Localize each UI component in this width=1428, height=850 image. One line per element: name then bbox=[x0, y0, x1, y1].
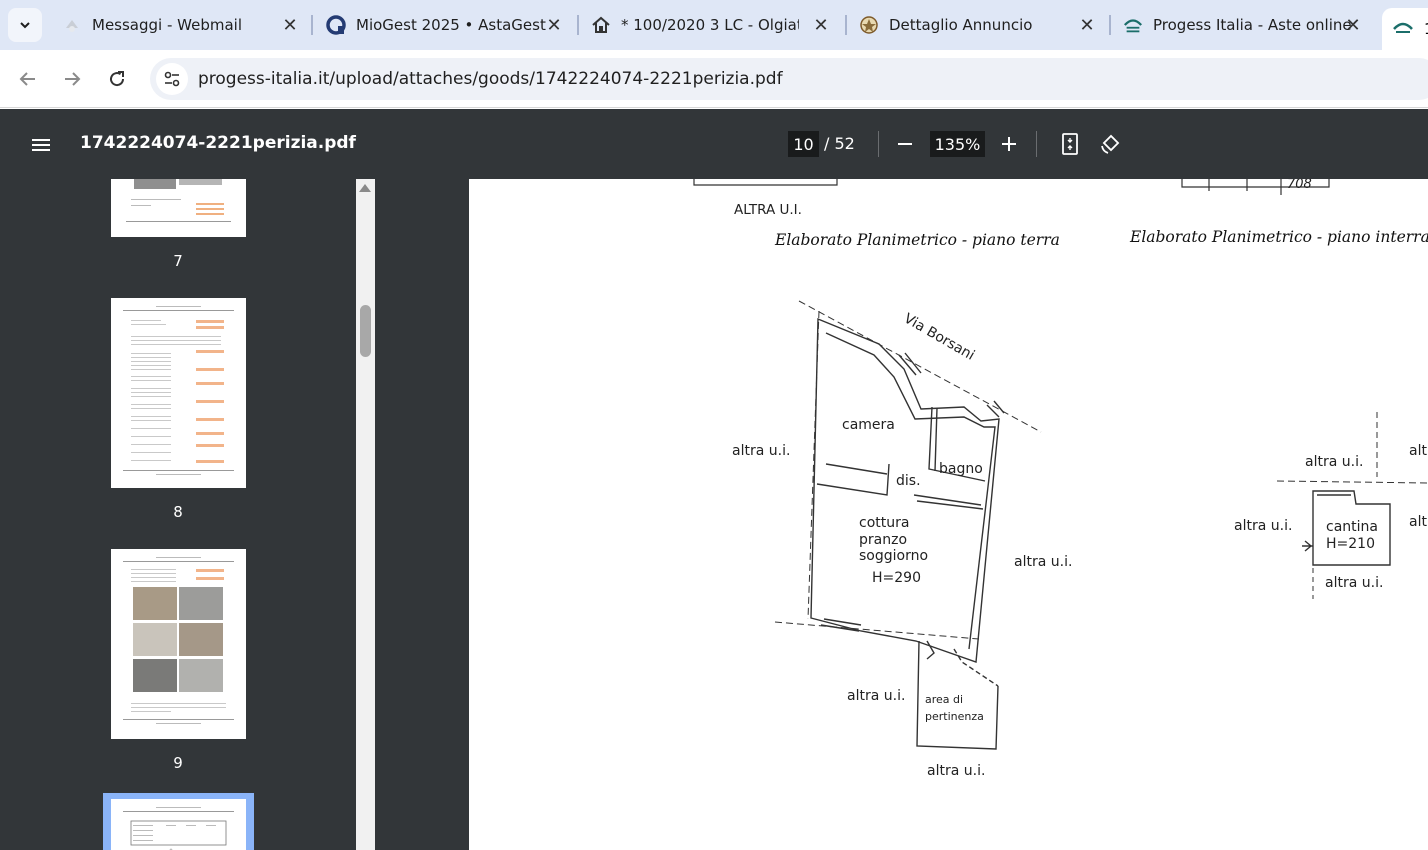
arrow-left-icon bbox=[19, 72, 35, 86]
tab-title: Messaggi - Webmail bbox=[92, 16, 242, 34]
reload-icon bbox=[110, 71, 125, 87]
thumbnail-label: 7 bbox=[173, 252, 183, 270]
rotate-button[interactable] bbox=[1097, 131, 1123, 157]
tune-icon bbox=[164, 71, 180, 87]
tab-divider bbox=[311, 15, 313, 35]
label-basement-alt-top: alt bbox=[1409, 443, 1427, 459]
thumbnail-label: 9 bbox=[173, 754, 183, 772]
progess-icon bbox=[1392, 19, 1414, 39]
tab-title: * 100/2020 3 LC - Olgiate M bbox=[621, 16, 799, 34]
page-total: / 52 bbox=[824, 134, 855, 153]
label-pranzo: pranzo bbox=[859, 532, 907, 548]
tab-progess[interactable]: Progess Italia - Aste online ✕ bbox=[1123, 8, 1363, 42]
house-icon bbox=[591, 15, 611, 35]
caption-piano-terra: Elaborato Planimetrico - piano terra bbox=[774, 231, 1060, 249]
thumbnail-page-9[interactable] bbox=[111, 549, 246, 739]
document-gutter bbox=[375, 179, 469, 850]
back-button[interactable] bbox=[13, 64, 43, 94]
close-icon[interactable]: ✕ bbox=[544, 15, 564, 36]
label-h210: H=210 bbox=[1326, 536, 1375, 552]
arrow-right-icon bbox=[65, 72, 81, 86]
tab-title: 1 bbox=[1424, 20, 1428, 38]
label-altra-ui-bottom-left: altra u.i. bbox=[847, 688, 905, 704]
label-708: 708 bbox=[1287, 179, 1312, 192]
label-cantina: cantina bbox=[1326, 519, 1378, 535]
scrollbar-thumb[interactable] bbox=[360, 305, 371, 357]
page-number-input[interactable]: 10 bbox=[788, 131, 819, 157]
tab-divider bbox=[577, 15, 579, 35]
tab-title: Progess Italia - Aste online bbox=[1153, 16, 1352, 34]
tab-title: Dettaglio Annuncio bbox=[889, 16, 1033, 34]
tab-divider bbox=[845, 15, 847, 35]
menu-icon bbox=[32, 139, 50, 151]
thumbnail-page-7[interactable] bbox=[111, 179, 246, 237]
label-area-di: area di bbox=[925, 693, 963, 706]
label-cottura: cottura bbox=[859, 515, 909, 531]
label-basement-altra-ui-bottom: altra u.i. bbox=[1325, 575, 1383, 591]
thumbnail-sidebar: 7 8 9 bbox=[0, 179, 356, 850]
label-soggiorno: soggiorno bbox=[859, 548, 928, 564]
label-camera: camera bbox=[842, 417, 895, 433]
pdf-toolbar: 1742224074-2221perizia.pdf 10 / 52 135% bbox=[0, 109, 1428, 179]
tab-webmail[interactable]: Messaggi - Webmail ✕ bbox=[62, 8, 300, 42]
label-altra-ui-top: ALTRA U.I. bbox=[734, 202, 802, 218]
label-basement-altra-ui-left: altra u.i. bbox=[1234, 518, 1292, 534]
url-text: progess-italia.it/upload/attaches/goods/… bbox=[198, 69, 783, 89]
label-altra-ui-bottom: altra u.i. bbox=[927, 763, 985, 779]
emblem-icon bbox=[859, 15, 879, 35]
zoom-in-button[interactable] bbox=[997, 131, 1021, 157]
address-bar[interactable]: progess-italia.it/upload/attaches/goods/… bbox=[150, 58, 1428, 100]
thumbnail-page-8[interactable] bbox=[111, 298, 246, 488]
minus-icon bbox=[898, 143, 912, 145]
chevron-down-icon bbox=[20, 22, 30, 29]
close-icon[interactable]: ✕ bbox=[280, 15, 300, 36]
fit-to-page-button[interactable] bbox=[1057, 131, 1083, 157]
sidebar-menu-button[interactable] bbox=[26, 131, 56, 159]
plus-icon bbox=[1002, 137, 1016, 151]
label-dis: dis. bbox=[896, 473, 921, 489]
tab-search-button[interactable] bbox=[8, 8, 42, 42]
tab-title: MioGest 2025 • AstaGest bbox=[356, 16, 546, 34]
reload-button[interactable] bbox=[102, 64, 132, 94]
zoom-level-input[interactable]: 135% bbox=[930, 131, 985, 157]
close-icon[interactable]: ✕ bbox=[1077, 15, 1097, 36]
close-icon[interactable]: ✕ bbox=[811, 15, 831, 36]
forward-button[interactable] bbox=[57, 64, 87, 94]
scroll-up-icon[interactable] bbox=[359, 184, 371, 192]
sidebar-scrollbar[interactable] bbox=[356, 179, 375, 850]
tab-dettaglio-annuncio[interactable]: Dettaglio Annuncio ✕ bbox=[859, 8, 1097, 42]
toolbar-divider bbox=[878, 131, 879, 157]
pdf-page: ALTRA U.I. 708 Elaborato Planimetrico - … bbox=[469, 179, 1428, 850]
webmail-icon bbox=[62, 15, 82, 35]
tab-active[interactable]: 1 bbox=[1382, 8, 1428, 50]
label-altra-ui-left: altra u.i. bbox=[732, 443, 790, 459]
zoom-out-button[interactable] bbox=[893, 131, 917, 157]
tab-olgiate[interactable]: * 100/2020 3 LC - Olgiate M ✕ bbox=[591, 8, 831, 42]
label-h290: H=290 bbox=[872, 570, 921, 586]
label-pertinenza: pertinenza bbox=[925, 710, 984, 723]
label-bagno: bagno bbox=[939, 461, 983, 477]
caption-piano-interrato: Elaborato Planimetrico - piano interrato… bbox=[1129, 228, 1428, 246]
label-via-borsani: Via Borsani bbox=[901, 311, 977, 364]
pdf-filename: 1742224074-2221perizia.pdf bbox=[80, 133, 356, 153]
rotate-icon bbox=[1101, 134, 1120, 154]
close-icon[interactable]: ✕ bbox=[1343, 15, 1363, 36]
label-basement-alt-mid: alt bbox=[1409, 514, 1427, 530]
floor-plan-basement bbox=[1276, 412, 1428, 599]
tab-strip: Messaggi - Webmail ✕ MioGest 2025 • Asta… bbox=[0, 0, 1428, 50]
label-altra-ui-right: altra u.i. bbox=[1014, 554, 1072, 570]
browser-toolbar: progess-italia.it/upload/attaches/goods/… bbox=[0, 50, 1428, 108]
toolbar-divider bbox=[1036, 131, 1037, 157]
site-info-button[interactable] bbox=[156, 63, 188, 95]
thumbnail-page-10-selected[interactable] bbox=[103, 793, 254, 850]
progess-icon bbox=[1123, 15, 1143, 35]
thumbnail-label: 8 bbox=[173, 503, 183, 521]
miogest-icon bbox=[326, 15, 346, 35]
tab-divider bbox=[1109, 15, 1111, 35]
label-basement-altra-ui-top: altra u.i. bbox=[1305, 454, 1363, 470]
tab-miogest[interactable]: MioGest 2025 • AstaGest ✕ bbox=[326, 8, 564, 42]
fit-page-icon bbox=[1062, 133, 1078, 155]
